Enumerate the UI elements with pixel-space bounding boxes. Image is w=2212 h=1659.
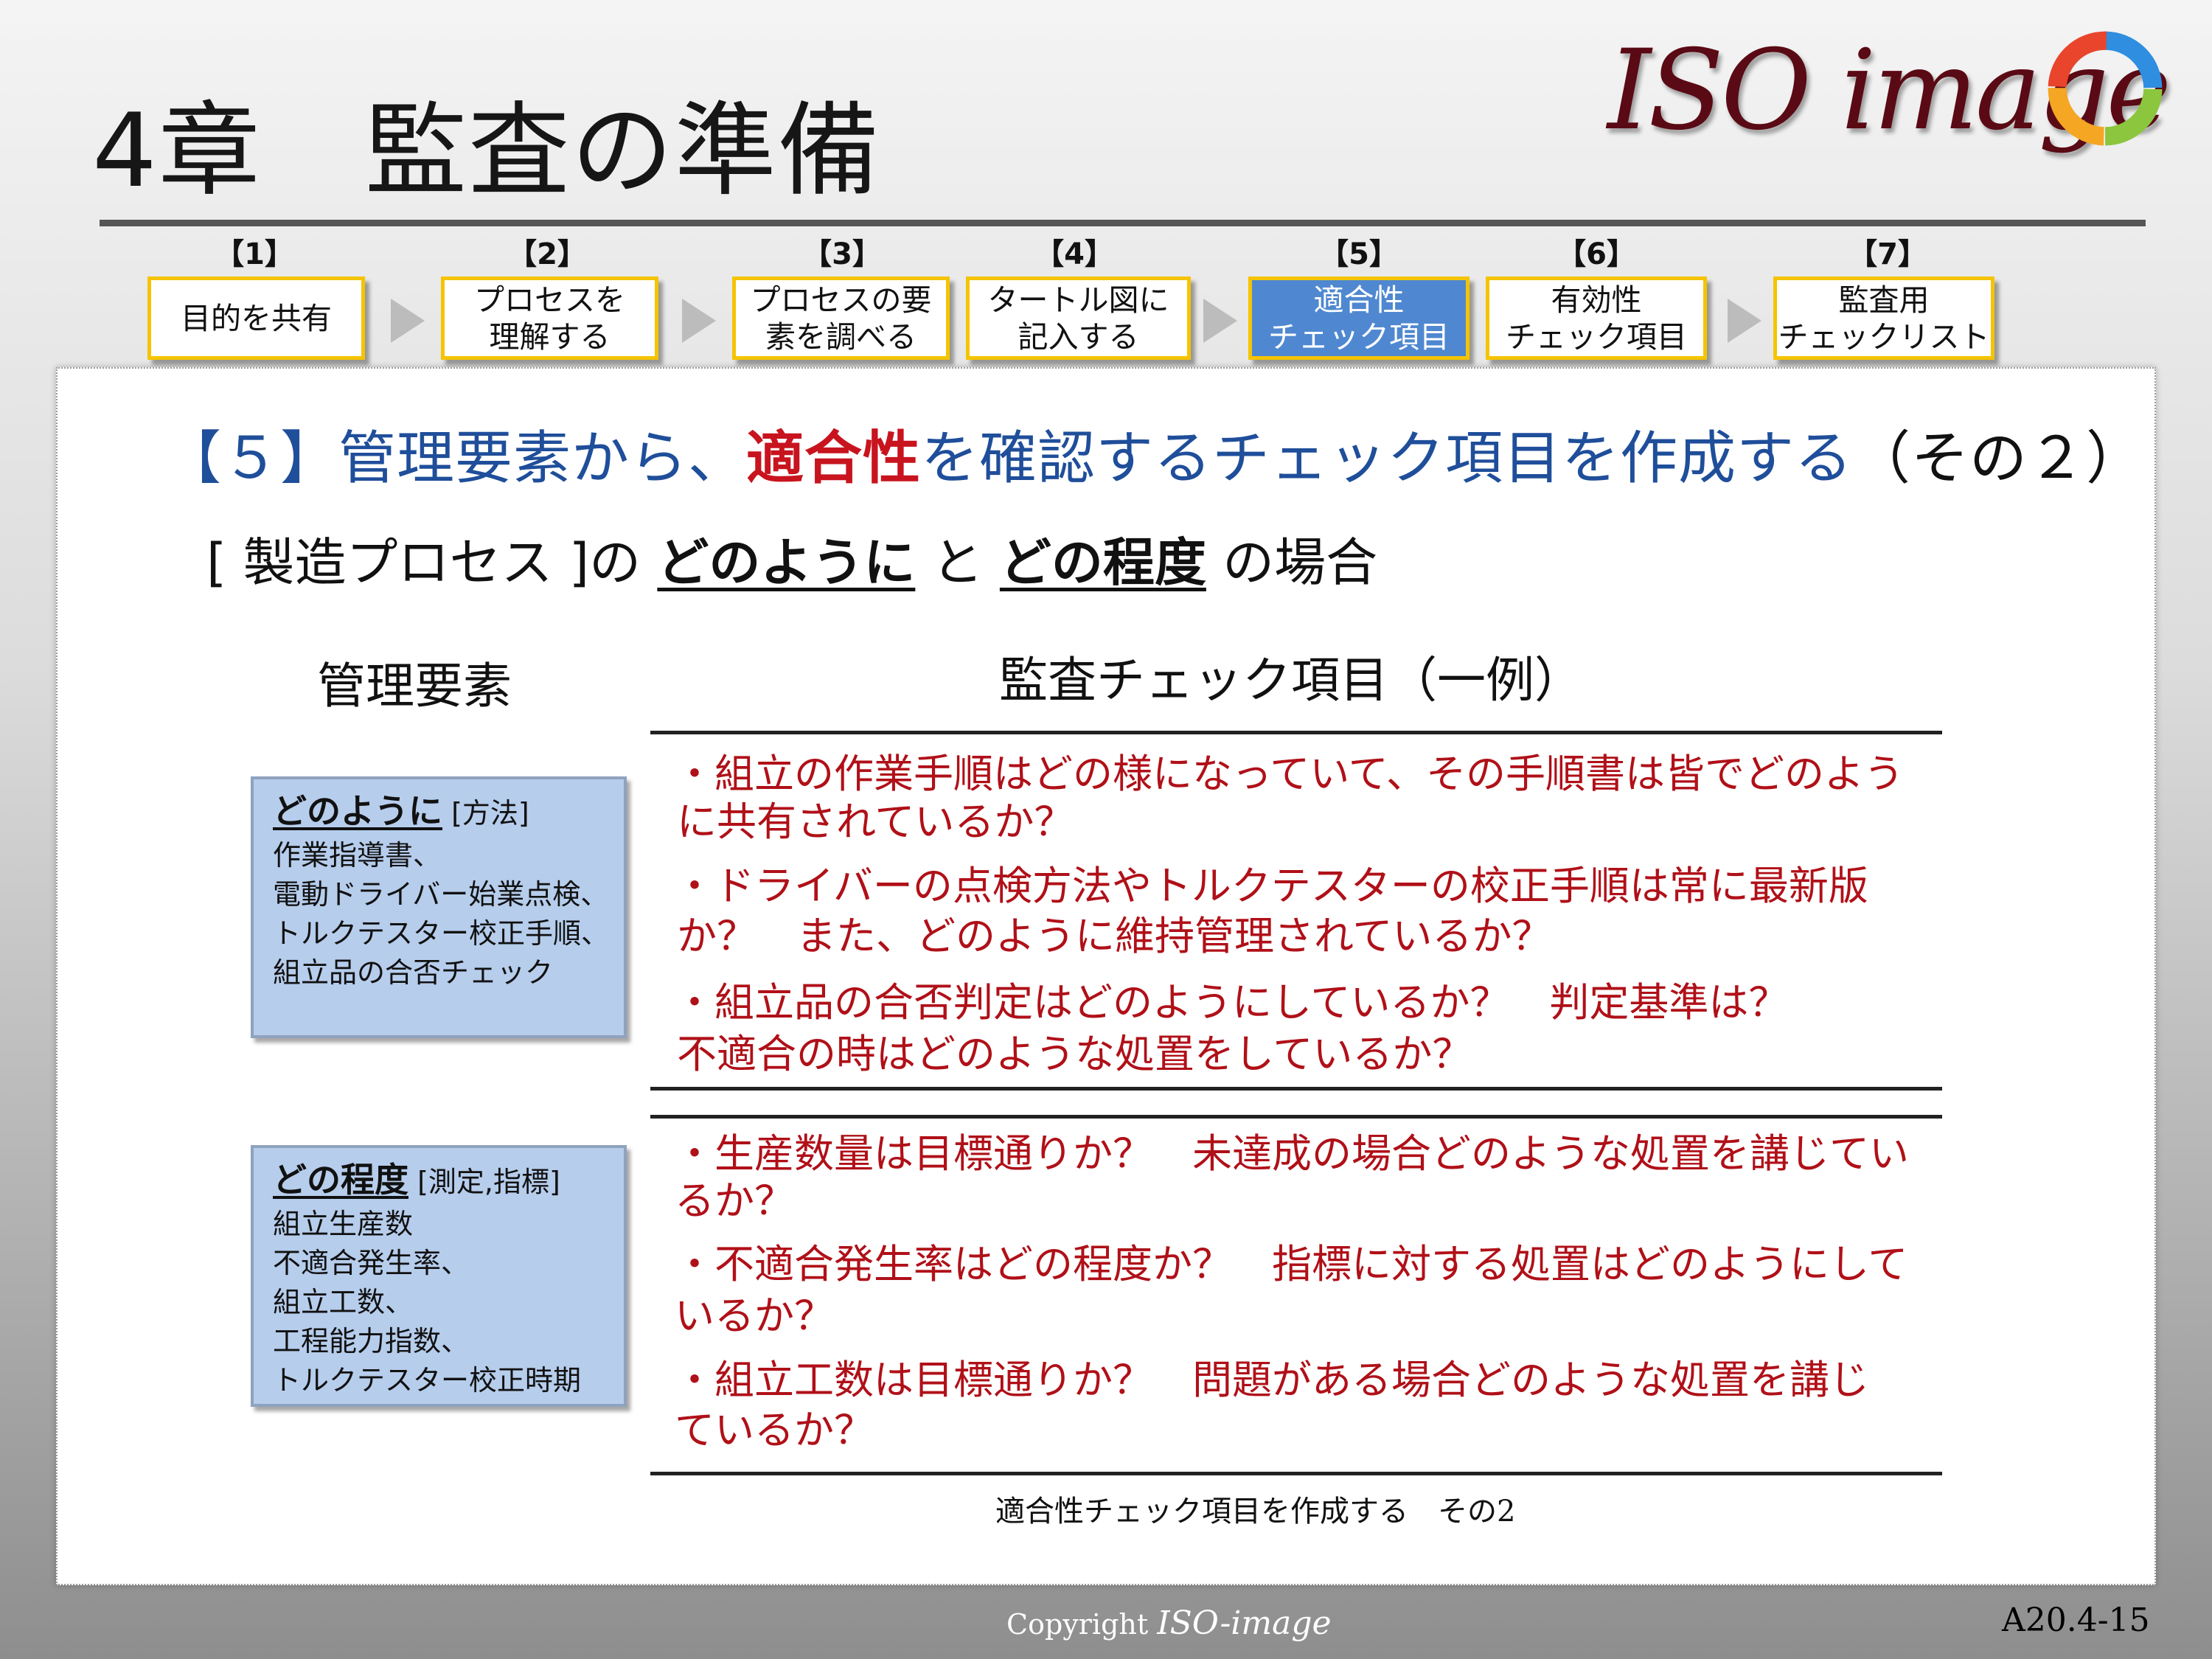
check-item-line: ・組立品の合否判定はどのようにしているか？ 判定基準は？ [675, 979, 1789, 1026]
check-item-line: いるか？ [675, 1293, 834, 1339]
heading-prefix: 【５】管理要素から、 [164, 425, 747, 492]
step-number-7: 【7】 [1848, 237, 1927, 271]
check-item-line: ・ドライバーの点検方法やトルクテスターの校正手順は常に最新版 [675, 863, 1868, 909]
step-arrow-2 [682, 299, 716, 343]
step-number-5: 【5】 [1319, 237, 1399, 271]
step-6-box[interactable]: 有効性 チェック項目 [1486, 276, 1707, 360]
check-item-line: るか？ [675, 1178, 794, 1224]
management-line: 工程能力指数、 [273, 1325, 470, 1357]
step-number-4: 【4】 [1034, 237, 1114, 271]
table-rule-bottom-2 [650, 1472, 1942, 1475]
management-title-how: どのように [方法] [273, 791, 529, 831]
heading-tail: （その２） [1853, 425, 2145, 492]
title-divider [100, 220, 2146, 226]
sub-suffix: の場合 [1206, 532, 1378, 593]
check-item-line: ・生産数量は目標通りか？ 未達成の場合どのような処置を講じてい [675, 1130, 1909, 1177]
sub-underline-degree: どの程度 [999, 532, 1206, 593]
step-1-box[interactable]: 目的を共有 [147, 276, 365, 360]
table-rule-top-2 [650, 1115, 1942, 1119]
iso-image-logo: ISO image [1607, 22, 2183, 162]
copyright-notice: Copyright ISO-image [1006, 1601, 1332, 1646]
check-item-line: ・組立の作業手順はどの様になっていて、その手順書は皆でどのよう [675, 751, 1904, 797]
column-header-management: 管理要素 [317, 658, 512, 714]
heading-highlight: 適合性 [746, 425, 922, 492]
check-item-line: に共有されているか？ [677, 799, 1074, 845]
sub-underline-how: どのように [657, 532, 916, 593]
management-line: トルクテスター校正時期 [273, 1364, 582, 1397]
step-number-6: 【6】 [1557, 237, 1636, 271]
step-arrow-1 [391, 299, 425, 343]
management-line: 組立工数、 [273, 1286, 414, 1318]
management-line: 組立生産数 [273, 1208, 414, 1240]
management-line: 電動ドライバー始業点検、 [273, 878, 609, 911]
step-2-box[interactable]: プロセスを 理解する [441, 276, 658, 360]
section-subheading: [ 製造プロセス ]の どのように と どの程度 の場合 [206, 529, 1377, 596]
step-number-1: 【1】 [215, 237, 294, 271]
cycle-ring-icon [2048, 31, 2163, 146]
step-number-3: 【3】 [802, 237, 882, 271]
check-item-line: ・不適合発生率はどの程度か？ 指標に対する処置はどのようにして [675, 1241, 1908, 1287]
step-3-box[interactable]: プロセスの要 素を調べる [732, 276, 950, 360]
step-arrow-4 [1728, 299, 1761, 343]
check-item-line: か？ また、どのように維持管理されているか？ [677, 913, 1552, 959]
step-arrow-3 [1203, 299, 1237, 343]
management-box-degree: どの程度 [測定,指標] 組立生産数 不適合発生率、 組立工数、 工程能力指数、… [251, 1145, 627, 1407]
management-line: 不適合発生率、 [273, 1247, 470, 1279]
management-title-degree: どの程度 [測定,指標] [273, 1160, 560, 1200]
management-line: トルクテスター校正手順、 [273, 917, 610, 950]
check-item-line: ・組立工数は目標通りか？ 問題がある場合どのような処置を講じ [675, 1357, 1869, 1403]
management-line: 作業指導書、 [273, 839, 442, 872]
table-rule-top-1 [650, 731, 1942, 734]
step-4-box[interactable]: タートル図に 記入する [966, 276, 1191, 360]
check-item-line: 不適合の時はどのような処置をしているか？ [677, 1031, 1472, 1077]
sub-middle: と [915, 532, 1000, 593]
table-rule-bottom-1 [650, 1087, 1942, 1091]
management-line: 組立品の合否チェック [273, 956, 554, 989]
management-box-how: どのように [方法] 作業指導書、 電動ドライバー始業点検、 トルクテスター校正… [251, 776, 627, 1038]
sub-prefix: [ 製造プロセス ]の [206, 532, 658, 593]
copyright-label: Copyright [1006, 1608, 1149, 1641]
column-header-checks: 監査チェック項目（一例） [999, 652, 1583, 709]
page-title: 4章 監査の準備 [92, 91, 881, 210]
copyright-brand: ISO-image [1157, 1604, 1332, 1642]
step-7-box[interactable]: 監査用 チェックリスト [1773, 276, 1994, 360]
check-item-line: ているか？ [675, 1407, 874, 1453]
step-number-2: 【2】 [507, 237, 587, 271]
section-heading: 【５】管理要素から、適合性を確認するチェック項目を作成する（その２） [164, 422, 2144, 495]
figure-caption: 適合性チェック項目を作成する その2 [995, 1495, 1516, 1528]
step-5-box[interactable]: 適合性 チェック項目 [1248, 276, 1470, 360]
heading-body: を確認するチェック項目を作成する [921, 425, 1854, 492]
slide-number: A20.4-15 [2002, 1601, 2150, 1639]
